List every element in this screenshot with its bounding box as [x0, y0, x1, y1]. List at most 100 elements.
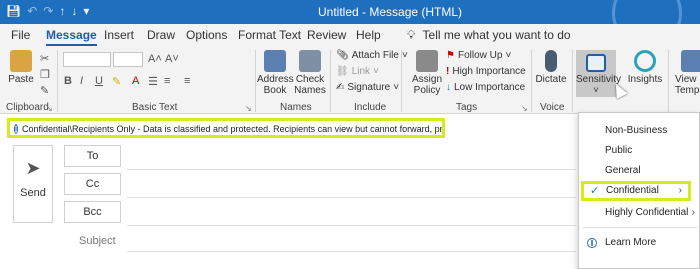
align-icon[interactable]: ≡ [184, 75, 190, 87]
tab-draw[interactable]: Draw [147, 28, 175, 42]
tab-options[interactable]: Options [186, 28, 227, 42]
tags-group-label: Tags [456, 102, 478, 113]
save-icon[interactable]: 💾︎ [6, 4, 21, 18]
sensitivity-option-public[interactable]: Public [579, 141, 700, 161]
follow-up-label: Follow Up [457, 50, 503, 61]
up-icon[interactable]: ↑ [59, 4, 65, 18]
redo-icon[interactable]: ↷ [43, 4, 53, 18]
link-icon: ⛓︎ [336, 66, 349, 77]
bold-button[interactable]: B [64, 75, 72, 87]
signature-button[interactable]: ✍︎ Signature ˅ [336, 82, 399, 93]
attach-file-button[interactable]: 📎︎ Attach File ˅ [336, 50, 408, 61]
bullets-icon[interactable]: ☰ [148, 75, 158, 88]
chevron-down-icon: ˅ [373, 66, 379, 77]
chevron-right-icon: › [678, 185, 682, 196]
cut-icon[interactable]: ✂ [40, 52, 49, 65]
down-arrow-icon: ↓ [446, 82, 451, 93]
divider [57, 50, 58, 112]
checkmark-icon: ✓ [590, 185, 600, 197]
low-importance-button[interactable]: ↓ Low Importance [446, 82, 525, 93]
tell-me-label: Tell me what you want to do [422, 28, 571, 42]
assign-policy-button[interactable]: Assign Policy [408, 50, 446, 96]
sensitivity-info-bar: i Confidential\Recipients Only - Data is… [7, 118, 445, 138]
tags-launcher-icon[interactable]: ↘ [521, 104, 528, 113]
tab-help[interactable]: Help [356, 28, 381, 42]
send-button[interactable]: ➤ Send [13, 145, 53, 223]
sensitivity-button[interactable]: Sensitivity ˅ [576, 50, 621, 97]
check-names-button[interactable]: Check Names [292, 50, 328, 96]
customize-icon[interactable]: ▾ [83, 4, 89, 18]
down-icon[interactable]: ↓ [71, 4, 77, 18]
font-name-combo[interactable] [63, 52, 111, 67]
basic-text-launcher-icon[interactable]: ↘ [245, 104, 252, 113]
send-label: Send [20, 187, 46, 199]
high-importance-button[interactable]: ! High Importance [446, 66, 526, 77]
paperclip-icon: 📎︎ [336, 50, 349, 61]
bcc-field[interactable] [127, 225, 576, 226]
assign-policy-label: Assign Policy [411, 74, 442, 96]
undo-icon[interactable]: ↶ [27, 4, 37, 18]
copy-icon[interactable]: ❐ [40, 68, 50, 81]
dictate-button[interactable]: Dictate [534, 50, 568, 85]
divider [330, 50, 331, 112]
basic-text-group-label: Basic Text [132, 102, 178, 113]
to-button[interactable]: To [64, 145, 121, 167]
address-book-button[interactable]: Address Book [257, 50, 294, 96]
font-size-combo[interactable] [113, 52, 143, 67]
low-importance-label: Low Importance [454, 82, 526, 93]
follow-up-button[interactable]: ⚑ Follow Up ˅ [446, 50, 511, 61]
flag-icon: ⚑ [446, 50, 455, 61]
to-field[interactable] [127, 169, 576, 170]
paste-button[interactable]: Paste [6, 50, 36, 85]
font-color-icon[interactable]: A [132, 75, 139, 87]
include-group-label: Include [354, 102, 387, 113]
dictate-label: Dictate [535, 74, 567, 85]
title-bar: 💾︎ ↶ ↷ ↑ ↓ ▾ Untitled - Message (HTML) [0, 0, 700, 48]
divider [255, 50, 256, 112]
format-painter-icon[interactable]: ✎ [40, 84, 49, 97]
paste-label: Paste [8, 74, 34, 85]
info-bar-text: Confidential\Recipients Only - Data is c… [21, 124, 445, 134]
sensitivity-option-confidential[interactable]: ✓ Confidential › [581, 181, 691, 201]
highlight-icon[interactable]: ✎ [112, 75, 121, 88]
numbering-icon[interactable]: ≡ [164, 75, 170, 87]
italic-button[interactable]: I [80, 75, 83, 87]
shrink-font-icon[interactable]: A˅ [165, 53, 179, 65]
insights-icon [634, 50, 656, 72]
sensitivity-option-general[interactable]: General [579, 161, 700, 181]
cc-field[interactable] [127, 197, 576, 198]
divider [401, 50, 402, 112]
quick-access-toolbar: 💾︎ ↶ ↷ ↑ ↓ ▾ [6, 4, 89, 18]
lightbulb-icon: 💡︎ [407, 28, 416, 42]
microphone-icon [545, 50, 557, 72]
view-templates-button[interactable]: View Templa [675, 50, 700, 96]
tell-me-search[interactable]: 💡︎ Tell me what you want to do [407, 28, 571, 43]
subject-field[interactable] [127, 251, 576, 252]
chevron-down-icon: ˅ [393, 82, 400, 93]
tab-file[interactable]: File [11, 28, 30, 42]
ribbon-tabs: File Message Insert Draw Options Format … [0, 24, 700, 46]
sensitivity-option-highly-confidential[interactable]: Highly Confidential › [579, 203, 700, 223]
clipboard-launcher-icon[interactable]: ↘ [46, 104, 53, 113]
info-icon: i [14, 124, 18, 134]
confidential-label: Confidential [606, 185, 659, 196]
subject-label: Subject [79, 235, 116, 247]
tab-message[interactable]: Message [46, 28, 97, 46]
tab-format-text[interactable]: Format Text [238, 28, 301, 42]
sensitivity-option-non-business[interactable]: Non-Business [579, 121, 700, 141]
link-label: Link [351, 66, 371, 77]
insights-button[interactable]: Insights [625, 50, 665, 85]
grow-font-icon[interactable]: A˄ [148, 53, 162, 65]
tab-insert[interactable]: Insert [104, 28, 134, 42]
send-icon: ➤ [25, 158, 41, 178]
names-group-label: Names [280, 102, 312, 113]
learn-more-label: Learn More [605, 237, 657, 248]
cc-button[interactable]: Cc [64, 173, 121, 195]
link-button[interactable]: ⛓︎ Link ˅ [336, 66, 379, 77]
underline-button[interactable]: U [95, 75, 103, 87]
learn-more-item[interactable]: i Learn More [579, 233, 700, 253]
check-names-icon [299, 50, 321, 72]
tab-review[interactable]: Review [307, 28, 346, 42]
bcc-button[interactable]: Bcc [64, 201, 121, 223]
signature-label: Signature [347, 82, 391, 93]
